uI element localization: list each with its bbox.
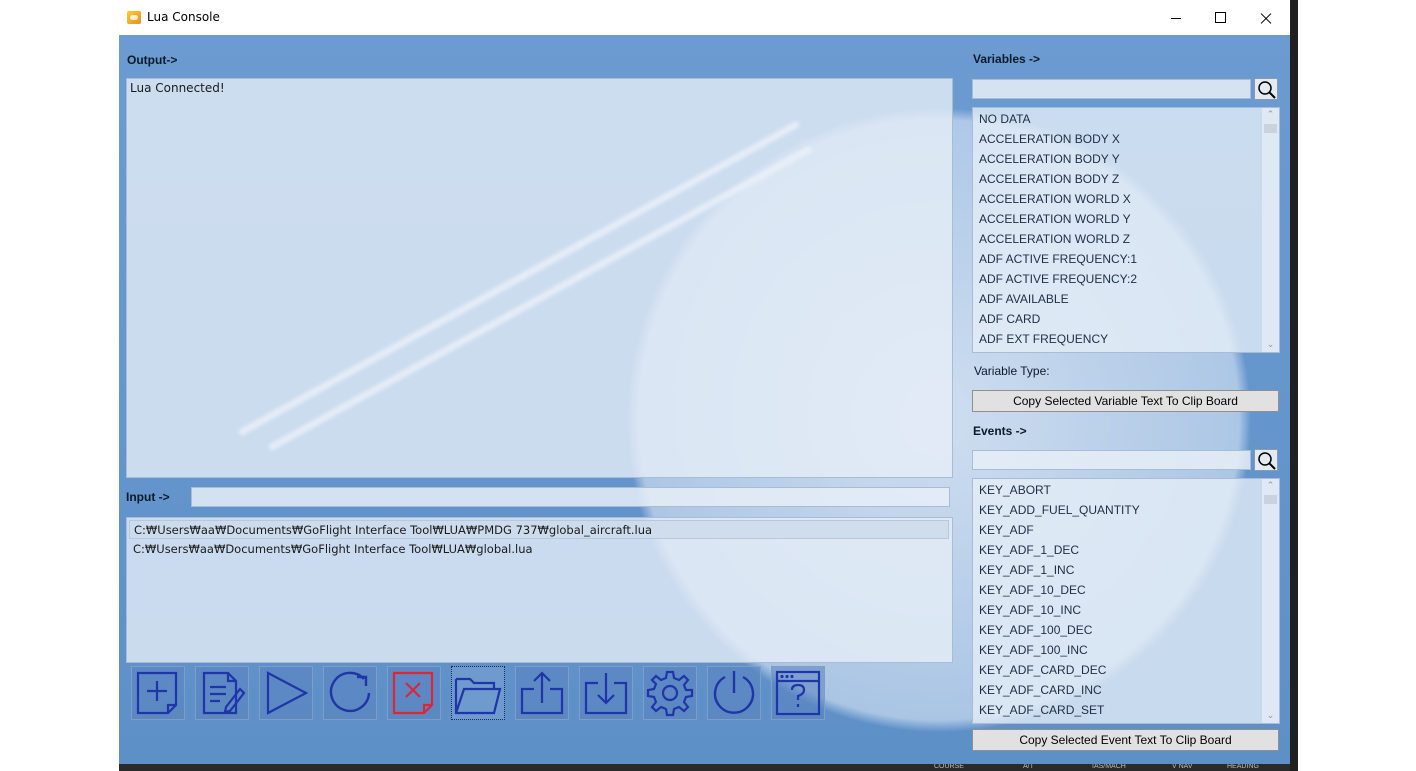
minimize-button[interactable] (1153, 0, 1199, 35)
copy-event-button[interactable]: Copy Selected Event Text To Clip Board (972, 729, 1279, 751)
close-button[interactable] (1243, 0, 1289, 35)
variable-item[interactable]: ADF ACTIVE FREQUENCY:1 (979, 252, 1137, 266)
play-icon (266, 671, 309, 715)
settings-button[interactable] (643, 666, 697, 720)
panel-label: A/T (1023, 763, 1034, 770)
variable-item[interactable]: ADF CARD (979, 312, 1040, 326)
reload-icon (329, 671, 371, 713)
variables-list[interactable]: NO DATA ACCELERATION BODY X ACCELERATION… (972, 107, 1280, 353)
event-item[interactable]: KEY_ADF (979, 523, 1034, 537)
variable-item[interactable]: ADF EXT FREQUENCY (979, 332, 1108, 346)
search-icon (1258, 81, 1276, 99)
variable-item[interactable]: ADF ACTIVE FREQUENCY:2 (979, 272, 1137, 286)
copy-variable-button[interactable]: Copy Selected Variable Text To Clip Boar… (972, 390, 1279, 412)
variable-item[interactable]: ACCELERATION WORLD Z (979, 232, 1130, 246)
help-button[interactable] (771, 666, 825, 720)
folder-icon (454, 677, 502, 715)
new-file-button[interactable] (131, 666, 185, 720)
panel-label: IAS/MACH (1092, 763, 1126, 770)
scroll-thumb[interactable] (1264, 124, 1277, 133)
maximize-button[interactable] (1198, 0, 1244, 35)
client-area: Output-> Lua Connected! Input -> C:₩User… (119, 35, 1290, 764)
panel-label: COURSE (934, 763, 964, 770)
events-label: Events -> (973, 424, 1027, 438)
events-list[interactable]: KEY_ABORT KEY_ADD_FUEL_QUANTITY KEY_ADF … (972, 478, 1280, 724)
event-item[interactable]: KEY_ADF_1_INC (979, 563, 1074, 577)
help-window-icon (775, 670, 821, 716)
output-line: Lua Connected! (130, 81, 225, 95)
output-label: Output-> (127, 53, 178, 67)
new-file-icon (136, 671, 178, 715)
edit-button[interactable] (195, 666, 249, 720)
scroll-thumb[interactable] (1264, 495, 1277, 504)
panel-label: HEADING (1227, 763, 1259, 770)
desktop-edge (1290, 0, 1416, 771)
input-label: Input -> (126, 490, 170, 504)
variables-scrollbar[interactable]: ⌃ ⌄ (1262, 108, 1279, 352)
variable-item[interactable]: ACCELERATION WORLD X (979, 192, 1131, 206)
events-search-input[interactable] (972, 450, 1251, 470)
panel-label: V NAV (1172, 763, 1193, 770)
variable-type-label: Variable Type: (974, 364, 1050, 378)
variable-item[interactable]: NO DATA (979, 112, 1031, 126)
import-button[interactable] (579, 666, 633, 720)
variables-search-input[interactable] (972, 79, 1251, 99)
power-button[interactable] (707, 666, 761, 720)
script-file-list[interactable]: C:₩Users₩aa₩Documents₩GoFlight Interface… (126, 517, 953, 663)
scroll-up-icon[interactable]: ⌃ (1262, 479, 1279, 493)
event-item[interactable]: KEY_ADF_CARD_SET (979, 703, 1104, 717)
events-scrollbar[interactable]: ⌃ ⌄ (1262, 479, 1279, 723)
variable-item[interactable]: ADF AVAILABLE (979, 292, 1069, 306)
background-panel-strip: COURSE A/T IAS/MACH V NAV HEADING (119, 763, 1290, 771)
app-icon (127, 11, 141, 24)
lua-console-window: Lua Console Output-> Lua Connected! Inpu… (119, 0, 1290, 764)
variable-item[interactable]: ACCELERATION BODY Y (979, 152, 1120, 166)
variables-label: Variables -> (973, 52, 1041, 66)
event-item[interactable]: KEY_ADF_1_DEC (979, 543, 1079, 557)
gear-icon (646, 670, 694, 717)
input-field[interactable] (191, 487, 950, 507)
export-button[interactable] (515, 666, 569, 720)
script-file-item[interactable]: C:₩Users₩aa₩Documents₩GoFlight Interface… (129, 520, 949, 539)
scroll-down-icon[interactable]: ⌄ (1262, 338, 1279, 352)
event-item[interactable]: KEY_ABORT (979, 483, 1051, 497)
event-item[interactable]: KEY_ADF_100_INC (979, 643, 1088, 657)
event-item[interactable]: KEY_ADD_FUEL_QUANTITY (979, 503, 1140, 517)
window-title: Lua Console (147, 10, 220, 24)
variable-item[interactable]: ACCELERATION WORLD Y (979, 212, 1131, 226)
reload-button[interactable] (323, 666, 377, 720)
events-search-button[interactable] (1254, 449, 1278, 471)
event-item[interactable]: KEY_ADF_CARD_DEC (979, 663, 1106, 677)
scroll-up-icon[interactable]: ⌃ (1262, 108, 1279, 122)
remove-icon (392, 671, 434, 715)
variables-search-button[interactable] (1254, 78, 1278, 100)
edit-icon (202, 671, 246, 715)
download-icon (584, 673, 628, 715)
variable-item[interactable]: ACCELERATION BODY Z (979, 172, 1119, 186)
title-bar[interactable]: Lua Console (119, 0, 1290, 35)
power-icon (713, 671, 755, 714)
variable-item[interactable]: ACCELERATION BODY X (979, 132, 1120, 146)
scroll-down-icon[interactable]: ⌄ (1262, 709, 1279, 723)
script-file-item[interactable]: C:₩Users₩aa₩Documents₩GoFlight Interface… (129, 540, 949, 559)
output-console[interactable]: Lua Connected! (126, 78, 953, 478)
remove-button[interactable] (387, 666, 441, 720)
search-icon (1258, 452, 1276, 470)
event-item[interactable]: KEY_ADF_CARD_INC (979, 683, 1102, 697)
event-item[interactable]: KEY_ADF_10_INC (979, 603, 1081, 617)
open-folder-button[interactable] (451, 666, 505, 720)
event-item[interactable]: KEY_ADF_10_DEC (979, 583, 1086, 597)
event-item[interactable]: KEY_ADF_100_DEC (979, 623, 1092, 637)
run-button[interactable] (259, 666, 313, 720)
upload-icon (520, 671, 564, 715)
